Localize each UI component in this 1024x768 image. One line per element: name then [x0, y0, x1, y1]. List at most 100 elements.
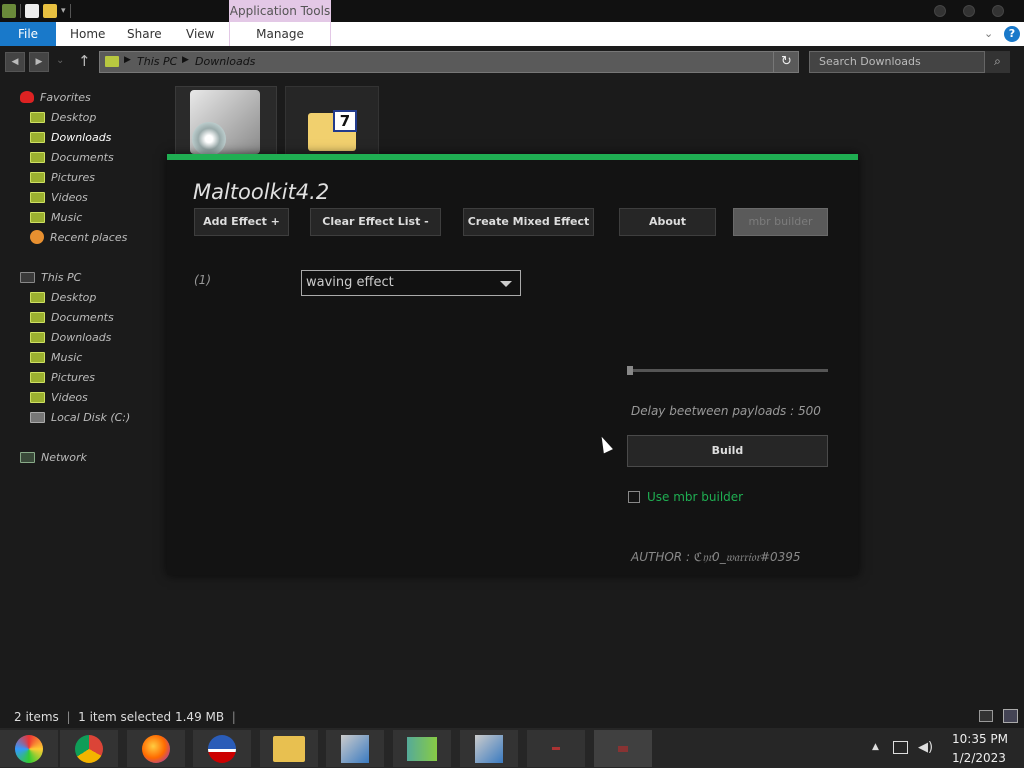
- delay-slider-thumb[interactable]: [627, 366, 633, 375]
- add-effect-button[interactable]: Add Effect +: [194, 208, 289, 236]
- sidebar-item-label: Local Disk (C:): [51, 410, 131, 424]
- sidebar-item-label: Desktop: [51, 290, 97, 304]
- users-icon: [407, 736, 437, 761]
- sidebar-header-label: Favorites: [40, 90, 91, 104]
- sidebar-item-pictures[interactable]: Pictures: [30, 168, 95, 186]
- app-icon: [552, 747, 560, 750]
- sidebar-item-label: Network: [41, 450, 87, 464]
- recent-places-icon: [30, 230, 44, 244]
- sidebar-item-desktop[interactable]: Desktop: [30, 108, 96, 126]
- clock-time[interactable]: 10:35 PM: [952, 732, 1008, 746]
- sidebar-item-pc-videos[interactable]: Videos: [30, 388, 88, 406]
- sidebar-item-label: Music: [51, 210, 83, 224]
- sidebar-item-pc-desktop[interactable]: Desktop: [30, 288, 96, 306]
- large-icons-view-icon[interactable]: [1003, 709, 1018, 723]
- breadcrumb-this-pc[interactable]: This PC: [137, 55, 177, 68]
- back-button[interactable]: ◀: [5, 52, 25, 72]
- divider: [69, 4, 71, 18]
- pictures-icon: [30, 171, 45, 183]
- taskbar-chrome[interactable]: [60, 730, 118, 767]
- chevron-down-icon: [500, 281, 512, 287]
- sidebar-network[interactable]: Network: [20, 448, 87, 466]
- create-mixed-effect-button[interactable]: Create Mixed Effect: [463, 208, 594, 236]
- breadcrumb-separator-icon: ▶: [124, 55, 131, 65]
- desktop-icon: [30, 291, 45, 303]
- show-hidden-icons-icon[interactable]: ▲: [872, 742, 879, 752]
- sidebar-item-label: Downloads: [51, 130, 112, 144]
- chrome-icon: [75, 734, 103, 763]
- build-button[interactable]: Build: [627, 435, 828, 467]
- clock-date[interactable]: 1/2/2023: [952, 751, 1006, 765]
- firefox-icon: [142, 734, 170, 763]
- sidebar-item-documents[interactable]: Documents: [30, 148, 114, 166]
- folder-icon: [105, 56, 119, 67]
- delay-slider[interactable]: [627, 369, 828, 372]
- title-bar: [0, 0, 1024, 22]
- taskbar-installer-2[interactable]: [460, 730, 518, 767]
- recent-locations-icon[interactable]: ⌄: [56, 55, 64, 66]
- folder-icon[interactable]: [2, 4, 16, 18]
- sidebar-item-music[interactable]: Music: [30, 208, 82, 226]
- music-icon: [30, 211, 45, 223]
- sidebar-item-downloads[interactable]: Downloads: [30, 128, 111, 146]
- taskbar-firefox[interactable]: [127, 730, 185, 767]
- sidebar-favorites[interactable]: Favorites: [20, 88, 91, 106]
- sidebar-item-recent-places[interactable]: Recent places: [30, 228, 127, 246]
- start-button[interactable]: [0, 730, 58, 767]
- up-arrow-icon[interactable]: ↑: [78, 52, 91, 70]
- tab-manage[interactable]: Manage: [229, 22, 331, 46]
- tab-file[interactable]: File: [0, 22, 56, 46]
- about-button[interactable]: About: [619, 208, 716, 236]
- forward-button[interactable]: ▶: [29, 52, 49, 72]
- search-placeholder: Search Downloads: [819, 55, 921, 68]
- minimize-button[interactable]: [934, 5, 946, 17]
- pictures-icon: [30, 371, 45, 383]
- chevron-down-icon[interactable]: ⌄: [984, 27, 993, 40]
- taskbar-file-explorer[interactable]: [260, 730, 318, 767]
- help-icon[interactable]: ?: [1004, 26, 1020, 42]
- status-text: 2 items | 1 item selected 1.49 MB |: [14, 710, 236, 724]
- videos-icon: [30, 191, 45, 203]
- sidebar-item-pc-downloads[interactable]: Downloads: [30, 328, 111, 346]
- close-button[interactable]: [992, 5, 1004, 17]
- refresh-icon[interactable]: ↻: [773, 51, 799, 73]
- downloads-icon: [30, 131, 45, 143]
- folder-icon: [273, 735, 305, 762]
- details-view-icon[interactable]: [979, 710, 993, 722]
- tab-home[interactable]: Home: [70, 22, 105, 46]
- delay-label: Delay beetween payloads : 500: [631, 404, 821, 418]
- sidebar-item-label: Documents: [51, 150, 114, 164]
- clear-effect-list-button[interactable]: Clear Effect List -: [310, 208, 441, 236]
- taskbar-installer[interactable]: [326, 730, 384, 767]
- taskbar-app-obama[interactable]: [193, 730, 251, 767]
- sidebar-this-pc[interactable]: This PC: [20, 268, 81, 286]
- sidebar-item-pc-music[interactable]: Music: [30, 348, 82, 366]
- documents-icon: [30, 311, 45, 323]
- breadcrumb-downloads[interactable]: Downloads: [195, 55, 255, 68]
- tab-view[interactable]: View: [186, 22, 214, 46]
- computer-icon: [20, 271, 35, 283]
- mbr-builder-button[interactable]: mbr builder: [733, 208, 828, 236]
- sidebar-item-videos[interactable]: Videos: [30, 188, 88, 206]
- taskbar-app-dark[interactable]: [527, 730, 585, 767]
- taskbar-network-users[interactable]: [393, 730, 451, 767]
- use-mbr-builder-label[interactable]: Use mbr builder: [647, 490, 743, 504]
- network-tray-icon[interactable]: [893, 741, 908, 754]
- videos-icon: [30, 391, 45, 403]
- tab-share[interactable]: Share: [127, 22, 162, 46]
- installer-icon: [341, 734, 369, 763]
- effect-selected-value: waving effect: [306, 275, 394, 290]
- volume-icon[interactable]: ◀): [918, 740, 933, 755]
- use-mbr-builder-checkbox[interactable]: [628, 491, 640, 503]
- item-count: 2 items: [14, 710, 59, 724]
- properties-icon[interactable]: [25, 4, 39, 18]
- sidebar-item-pc-documents[interactable]: Documents: [30, 308, 114, 326]
- sidebar-item-local-disk[interactable]: Local Disk (C:): [30, 408, 130, 426]
- star-icon: [20, 91, 34, 103]
- sidebar-item-pc-pictures[interactable]: Pictures: [30, 368, 95, 386]
- qat-dropdown-icon[interactable]: ▾: [61, 6, 66, 16]
- search-icon[interactable]: ⌕: [984, 51, 1010, 73]
- taskbar-maltoolkit[interactable]: [594, 730, 652, 767]
- new-folder-icon[interactable]: [43, 4, 57, 18]
- maximize-button[interactable]: [963, 5, 975, 17]
